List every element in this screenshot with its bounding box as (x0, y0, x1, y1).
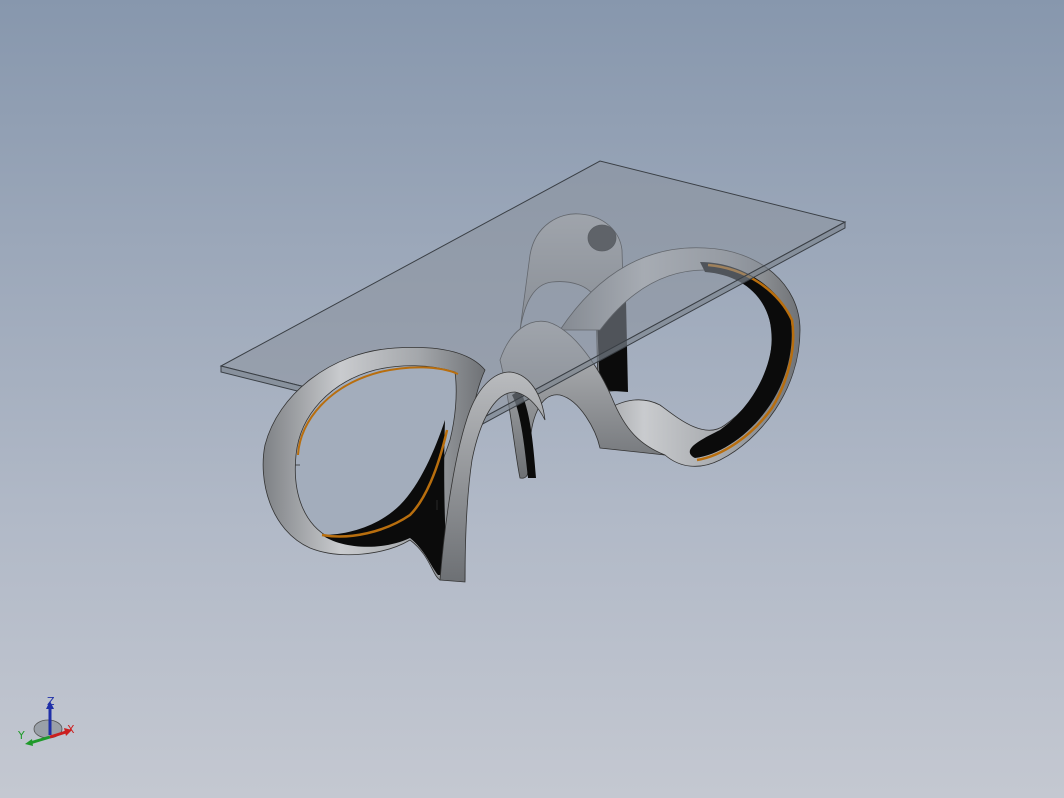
model-view[interactable] (0, 0, 1064, 798)
y-axis-arrow (29, 735, 51, 745)
y-axis-label: Y (17, 729, 25, 742)
x-axis-label: X (67, 723, 75, 736)
z-axis-label: Z (47, 695, 55, 708)
cad-viewport[interactable]: Z Y X (0, 0, 1064, 798)
orientation-triad[interactable]: Z Y X (10, 695, 80, 755)
